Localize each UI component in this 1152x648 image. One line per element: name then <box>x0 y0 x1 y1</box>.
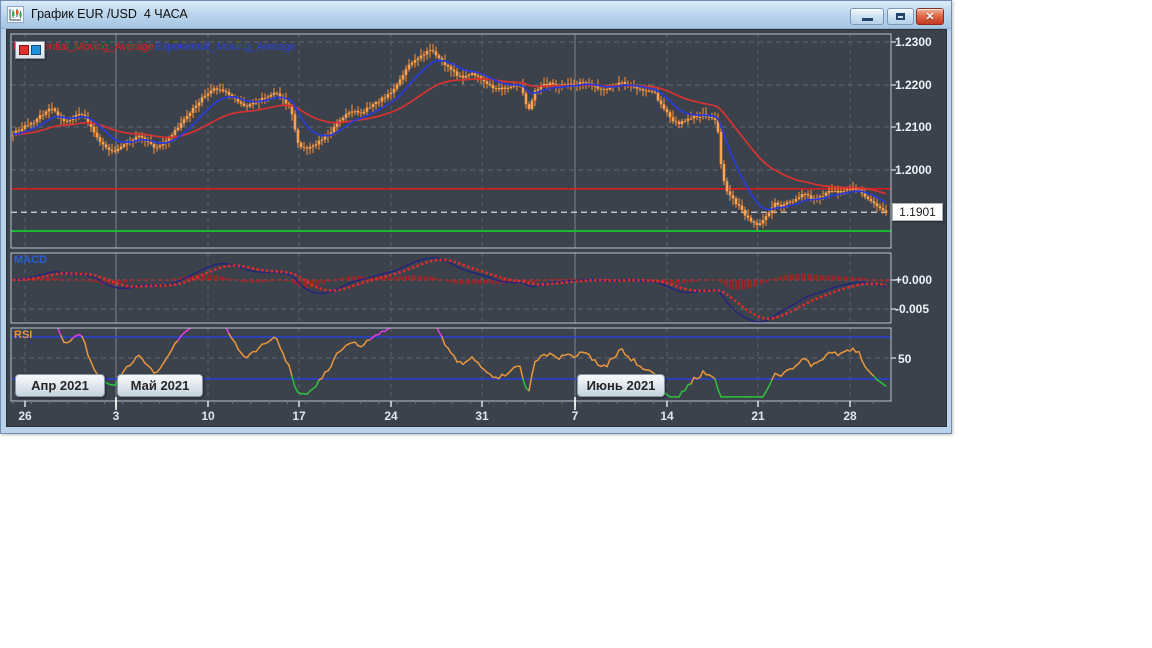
title-bar[interactable]: График EUR /USD 4 ЧАСА ✕ <box>1 1 951 29</box>
close-button[interactable]: ✕ <box>916 8 944 25</box>
chart-window: График EUR /USD 4 ЧАСА ✕ Exponential_Mov… <box>0 0 952 434</box>
chart-canvas <box>10 33 896 410</box>
minimize-icon <box>861 18 873 21</box>
chart-plot-area[interactable] <box>7 30 946 426</box>
window-title: График EUR /USD 4 ЧАСА <box>31 7 188 21</box>
maximize-icon <box>896 13 905 20</box>
candlestick-chart-icon <box>7 6 24 23</box>
maximize-button[interactable] <box>887 8 914 25</box>
minimize-button[interactable] <box>850 8 884 25</box>
desktop: { "window": { "title": "График EUR /USD … <box>0 0 1152 648</box>
chart-client-area <box>6 29 947 427</box>
close-icon: ✕ <box>925 11 935 23</box>
